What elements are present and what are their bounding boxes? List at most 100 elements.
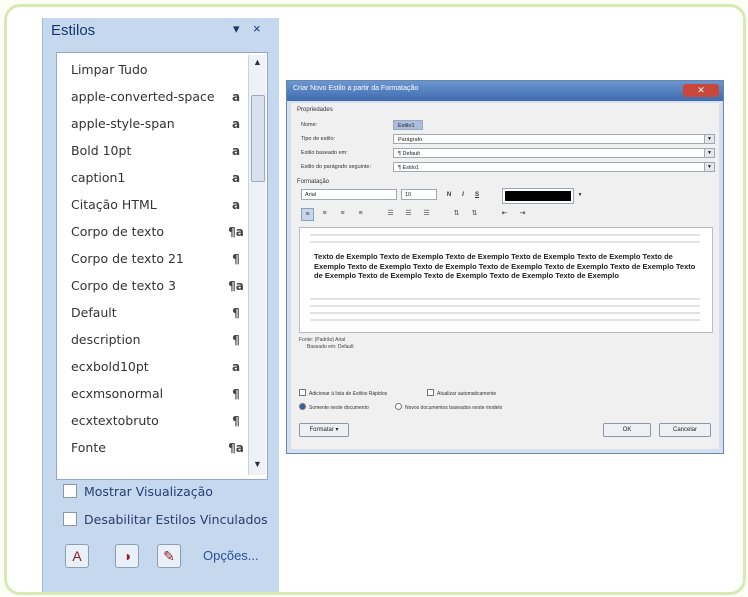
sample-text: Texto de Exemplo Texto de Exemplo Texto …	[314, 252, 696, 280]
options-link[interactable]: Opções...	[203, 548, 259, 563]
based-on-select[interactable]: ¶ Default ▼	[393, 148, 715, 158]
add-to-quick-styles-checkbox[interactable]: Adicionar à lista de Estilos Rápidos	[299, 389, 387, 397]
style-item[interactable]: apple-style-span	[71, 111, 241, 137]
checkbox-icon[interactable]	[299, 389, 306, 396]
style-list-scrollbar[interactable]: ▲ ▼	[248, 55, 266, 475]
font-size-select[interactable]: 10	[401, 189, 437, 200]
style-item[interactable]: description	[71, 327, 241, 353]
next-style-select[interactable]: ¶ Estilo1 ▼	[393, 162, 715, 172]
style-type-icon: a	[231, 360, 241, 374]
style-type-select[interactable]: Parágrafo ▼	[393, 134, 715, 144]
style-description: Fonte: (Padrão) Arial Baseado em: Defaul…	[299, 337, 354, 350]
style-type-icon: ¶	[232, 387, 240, 401]
single-spacing-icon[interactable]: ☰	[385, 208, 396, 219]
style-item[interactable]: ecxbold10pt	[71, 354, 241, 380]
chevron-down-icon[interactable]: ▼	[704, 163, 714, 171]
style-item[interactable]: ecxtextobruto	[71, 408, 241, 434]
italic-button[interactable]: I	[457, 190, 469, 200]
create-style-dialog: Criar Novo Estilo a partir da Formatação…	[286, 80, 724, 454]
chevron-down-icon[interactable]: ▼	[704, 135, 714, 143]
style-item[interactable]: Fonte	[71, 435, 241, 461]
dialog-title: Criar Novo Estilo a partir da Formatação	[293, 85, 419, 92]
style-type-icon: a	[231, 144, 241, 158]
style-type-icon: ¶a	[228, 441, 244, 455]
field-label: Estilo do parágrafo seguinte:	[301, 164, 372, 170]
close-icon[interactable]: ✕	[683, 84, 719, 97]
style-type-icon: ¶a	[228, 225, 244, 239]
radio-icon[interactable]	[299, 403, 306, 410]
scroll-up-icon[interactable]: ▲	[249, 57, 266, 67]
show-preview-label: Mostrar Visualização	[84, 484, 213, 499]
styles-pane: Estilos ▾ × Limpar Tudo apple-converted-…	[42, 18, 279, 592]
checkbox-icon[interactable]	[63, 512, 77, 526]
auto-update-label: Atualizar automaticamente	[437, 391, 497, 397]
new-style-icon[interactable]: A	[65, 544, 89, 568]
pane-close-icon[interactable]: ×	[253, 21, 261, 36]
space-before-icon[interactable]: ⇅	[451, 208, 462, 219]
style-item[interactable]: Limpar Tudo	[71, 57, 241, 83]
only-this-document-radio[interactable]: Somente neste documento	[299, 403, 369, 411]
cancel-button[interactable]: Cancelar	[659, 423, 711, 437]
scroll-thumb[interactable]	[251, 95, 265, 182]
style-type-icon: ¶a	[228, 279, 244, 293]
pane-menu-icon[interactable]: ▾	[233, 21, 240, 37]
paragraph-toolbar: ≡ ≡ ≡ ≡ ☰ ☰ ☰ ⇅ ⇅ ⇤ ⇥	[301, 207, 711, 221]
scroll-down-icon[interactable]: ▼	[249, 459, 266, 469]
pane-title: Estilos	[51, 22, 96, 39]
style-item[interactable]: Corpo de texto 21	[71, 246, 241, 272]
auto-update-checkbox[interactable]: Atualizar automaticamente	[427, 389, 496, 397]
ok-button[interactable]: OK	[603, 423, 651, 437]
field-label: Tipo de estilo:	[301, 136, 336, 142]
style-preview: Texto de Exemplo Texto de Exemplo Texto …	[299, 227, 713, 333]
format-button[interactable]: Formatar ▾	[299, 423, 349, 437]
new-documents-label: Novos documentos baseados neste modelo	[405, 405, 503, 411]
style-type-icon: ¶	[232, 252, 240, 266]
dialog-titlebar: Criar Novo Estilo a partir da Formatação…	[287, 81, 723, 101]
style-item[interactable]: caption1	[71, 165, 241, 191]
style-inspector-icon[interactable]: ◑	[115, 544, 139, 568]
justify-icon[interactable]: ≡	[355, 208, 366, 219]
style-item[interactable]: Corpo de texto 3	[71, 273, 241, 299]
disable-linked-styles-label: Desabilitar Estilos Vinculados	[84, 512, 268, 527]
style-item[interactable]: Corpo de texto	[71, 219, 241, 245]
double-spacing-icon[interactable]: ☰	[421, 208, 432, 219]
style-type-icon: a	[231, 117, 241, 131]
only-this-document-label: Somente neste documento	[309, 405, 369, 411]
style-item[interactable]: Default	[71, 300, 241, 326]
align-left-icon[interactable]: ≡	[301, 208, 314, 221]
style-type-icon: a	[231, 171, 241, 185]
based-on-value: ¶ Default	[398, 151, 420, 157]
font-color-swatch[interactable]	[502, 188, 574, 204]
decrease-indent-icon[interactable]: ⇤	[499, 208, 510, 219]
align-right-icon[interactable]: ≡	[337, 208, 348, 219]
manage-styles-icon[interactable]: ✎	[157, 544, 181, 568]
checkbox-icon[interactable]	[427, 389, 434, 396]
radio-icon[interactable]	[395, 403, 402, 410]
font-select[interactable]: Arial	[301, 189, 397, 200]
style-item[interactable]: ecxmsonormal	[71, 381, 241, 407]
style-type-value: Parágrafo	[398, 137, 423, 143]
chevron-down-icon[interactable]: ▼	[704, 149, 714, 157]
next-paragraph-preview	[310, 296, 700, 326]
style-list: Limpar Tudo apple-converted-space apple-…	[56, 52, 268, 480]
checkbox-icon[interactable]	[63, 484, 77, 498]
name-input[interactable]: Estilo1	[393, 120, 423, 130]
style-item[interactable]: Citação HTML	[71, 192, 241, 218]
new-documents-radio[interactable]: Novos documentos baseados neste modelo	[395, 403, 502, 411]
next-style-value: ¶ Estilo1	[398, 165, 419, 171]
chevron-down-icon[interactable]: ▼	[574, 190, 586, 200]
align-center-icon[interactable]: ≡	[319, 208, 330, 219]
underline-button[interactable]: S	[471, 190, 483, 200]
space-after-icon[interactable]: ⇅	[469, 208, 480, 219]
style-item[interactable]: apple-converted-space	[71, 84, 241, 110]
show-preview-checkbox[interactable]: Mostrar Visualização	[63, 484, 213, 499]
style-item[interactable]: Bold 10pt	[71, 138, 241, 164]
bold-button[interactable]: N	[443, 190, 455, 200]
one-half-spacing-icon[interactable]: ☰	[403, 208, 414, 219]
increase-indent-icon[interactable]: ⇥	[517, 208, 528, 219]
style-type-icon: ¶	[232, 333, 240, 347]
dialog-body: Propriedades Nome: Estilo1 Tipo de estil…	[291, 103, 719, 449]
previous-paragraph-preview	[310, 232, 700, 248]
style-type-icon: ¶	[232, 414, 240, 428]
disable-linked-styles-checkbox[interactable]: Desabilitar Estilos Vinculados	[63, 512, 268, 527]
